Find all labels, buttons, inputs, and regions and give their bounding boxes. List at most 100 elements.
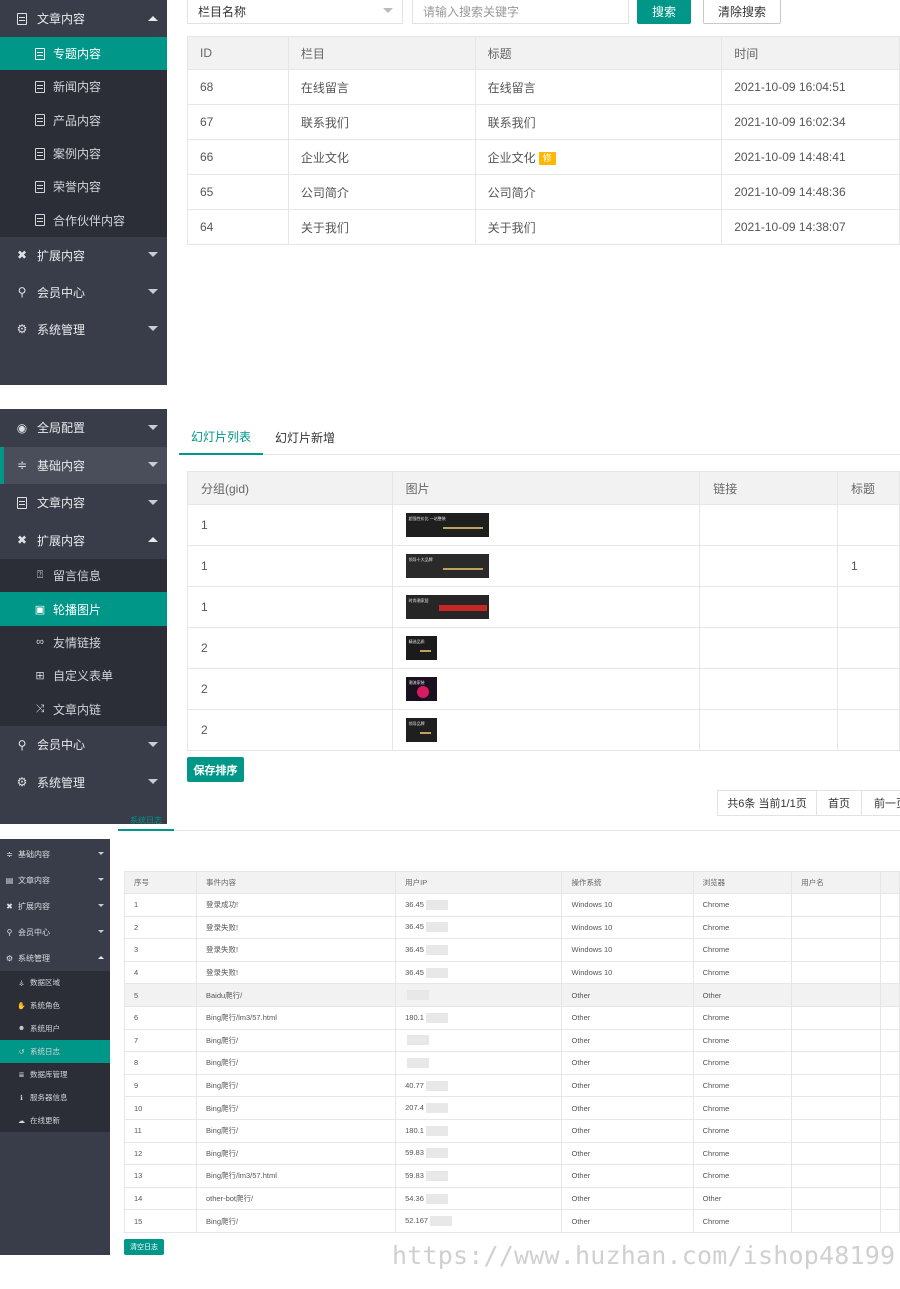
sidebar-item-news[interactable]: 新闻内容	[0, 70, 167, 103]
table-row[interactable]: 5 Baidu爬行/Other Other	[124, 983, 900, 1007]
redacted-mask	[407, 1057, 430, 1068]
table-row[interactable]: 14 other-bot爬行/54.36 Other Other	[124, 1186, 900, 1211]
file-icon	[33, 114, 47, 127]
slide-thumbnail[interactable]: 潮流家装	[405, 677, 437, 701]
sidebar-group-basic[interactable]: ≑ 基础内容	[0, 446, 167, 484]
sidebar-group-member[interactable]: ⚲ 会员中心	[0, 274, 167, 311]
extra-cell	[879, 1118, 900, 1143]
sidebar-group-extension[interactable]: ✖ 扩展内容	[0, 522, 167, 560]
event-cell: Bing爬行/	[195, 1141, 397, 1166]
index-cell: 13	[124, 1164, 197, 1188]
table-row[interactable]: 64 关于我们 关于我们 2021-10-09 14:38:07	[187, 209, 900, 245]
table-row[interactable]: 7 Bing爬行/Other Chrome	[124, 1028, 900, 1053]
sidebar-group-system[interactable]: ⚙ 系统管理	[0, 945, 110, 971]
table-row[interactable]: 2 领导品牌	[187, 709, 900, 751]
table-row[interactable]: 6 Bing爬行/lm3/57.html 180.1 Other Chrome	[124, 1005, 900, 1030]
sidebar-item-server-info[interactable]: ℹ 服务器信息	[0, 1086, 110, 1109]
table-row[interactable]: 10 Bing爬行/207.4 Other Chrome	[124, 1096, 900, 1120]
sidebar-item-links[interactable]: ∞ 友情链接	[0, 626, 167, 659]
table-row[interactable]: 1 时尚潮家居	[187, 586, 900, 628]
sidebar-group-global[interactable]	[0, 831, 110, 841]
table-row[interactable]: 66 企业文化 企业文化修 2021-10-09 14:48:41	[187, 139, 900, 175]
table-row[interactable]: 2 登录失败! 36.45 Windows 10 Chrome	[124, 915, 900, 940]
globe-icon: ◉	[16, 420, 28, 435]
title-text: 企业文化	[487, 150, 536, 165]
column-header: ID	[187, 36, 289, 70]
browser-cell: Chrome	[692, 1005, 793, 1030]
ip-text: 54.36	[405, 1193, 424, 1203]
username-cell	[791, 1073, 881, 1098]
table-row[interactable]: 2 潮流家装	[187, 668, 900, 710]
table-header-row: 分组(gid) 图片 链接 标题	[187, 471, 900, 505]
event-cell: Bing爬行/	[195, 1073, 397, 1098]
sidebar-item-product[interactable]: 产品内容	[0, 104, 167, 137]
sidebar-item-roles[interactable]: ✋ 系统角色	[0, 994, 110, 1017]
chevron-down-icon	[148, 779, 158, 785]
gear-icon: ⚙	[16, 775, 28, 790]
table-row[interactable]: 1 领导十大品牌 1	[187, 545, 900, 587]
table-row[interactable]: 65 公司简介 公司简介 2021-10-09 14:48:36	[187, 174, 900, 210]
search-input[interactable]: 请输入搜索关键字	[412, 0, 629, 24]
slide-thumbnail[interactable]: 时尚潮家居	[405, 595, 489, 619]
sidebar-item-case[interactable]: 案例内容	[0, 137, 167, 170]
os-cell: Other	[561, 1096, 694, 1120]
sidebar-item-update[interactable]: ☁ 在线更新	[0, 1109, 110, 1132]
sidebar-item-honor[interactable]: 荣誉内容	[0, 170, 167, 203]
extra-cell	[879, 1073, 900, 1098]
table-row[interactable]: 1 超强性价比 一站整装	[187, 504, 900, 546]
slide-thumbnail[interactable]: 领导十大品牌	[405, 554, 489, 578]
sidebar-group-system[interactable]: ⚙ 系统管理	[0, 763, 167, 801]
sidebar-group-article-content[interactable]: 文章内容	[0, 484, 167, 522]
sidebar-group-member[interactable]: ⚲ 会员中心	[0, 726, 167, 764]
slide-thumbnail[interactable]: 领导品牌	[405, 718, 437, 742]
table-row[interactable]: 8 Bing爬行/Other Chrome	[124, 1051, 900, 1075]
sidebar-group-global[interactable]: ◉ 全局配置	[0, 409, 167, 447]
slide-thumbnail[interactable]: 超强性价比 一站整装	[405, 513, 489, 537]
table-row[interactable]: 11 Bing爬行/180.1 Other Chrome	[124, 1118, 900, 1143]
sidebar-group-label: 系统管理	[37, 322, 86, 337]
sidebar-group-basic[interactable]: ≑ 基础内容	[0, 841, 110, 867]
table-row[interactable]: 9 Bing爬行/40.77 Other Chrome	[124, 1073, 900, 1098]
sidebar-item-partner[interactable]: 合作伙伴内容	[0, 203, 167, 236]
clear-search-button[interactable]: 清除搜索	[703, 0, 781, 24]
sidebar-item-users[interactable]: ☻ 系统用户	[0, 1017, 110, 1040]
table-row[interactable]: 4 登录失败! 36.45 Windows 10 Chrome	[124, 960, 900, 985]
redacted-mask	[407, 990, 430, 1001]
sidebar-item-logs[interactable]: ↺ 系统日志	[0, 1040, 110, 1063]
table-row[interactable]: 13 Bing爬行/lm3/57.html 59.83 Other Chrome	[124, 1164, 900, 1188]
table-row[interactable]: 68 在线留言 在线留言 2021-10-09 16:04:51	[187, 69, 900, 105]
sidebar-group-extension[interactable]: ✖ 扩展内容	[0, 237, 167, 274]
tab-system-log[interactable]: 系统日志	[118, 811, 174, 831]
sidebar-item-slides[interactable]: ▣ 轮播图片	[0, 592, 167, 626]
table-row[interactable]: 3 登录失败! 36.45 Windows 10 Chrome	[124, 938, 900, 962]
column-select[interactable]: 栏目名称	[187, 0, 403, 24]
sidebar-group-label: 系统管理	[18, 953, 50, 963]
clear-log-button[interactable]: 清空日志	[124, 1239, 164, 1255]
search-button[interactable]: 搜索	[637, 0, 691, 24]
sidebar-item-custom-form[interactable]: ⊞ 自定义表单	[0, 659, 167, 692]
sidebar-group-article-content[interactable]: ▤ 文章内容	[0, 867, 110, 893]
sidebar-item-inner-links[interactable]: ⤨ 文章内链	[0, 693, 167, 726]
sidebar-item-messages[interactable]: ⍰ 留言信息	[0, 559, 167, 592]
username-cell	[791, 960, 881, 985]
table-row[interactable]: 67 联系我们 联系我们 2021-10-09 16:02:34	[187, 104, 900, 140]
slide-thumbnail[interactable]: 精选品质	[405, 636, 437, 660]
table-row[interactable]: 2 精选品质	[187, 627, 900, 669]
sidebar-item-topic[interactable]: 专题内容	[0, 37, 167, 71]
image-cell: 领导十大品牌	[391, 545, 701, 587]
sidebar-item-data-area[interactable]: ⚶ 数据区域	[0, 971, 110, 994]
tab-slide-list[interactable]: 幻灯片列表	[179, 419, 263, 455]
sidebar-group-article-content[interactable]: 文章内容	[0, 0, 167, 37]
sidebar-group-member[interactable]: ⚲ 会员中心	[0, 919, 110, 945]
tab-slide-add[interactable]: 幻灯片新增	[263, 419, 347, 455]
extra-cell	[879, 983, 900, 1007]
sidebar-item-database[interactable]: ≣ 数据库管理	[0, 1063, 110, 1086]
sidebar-group-extension[interactable]: ✖ 扩展内容	[0, 893, 110, 919]
sidebar-group-system[interactable]: ⚙ 系统管理	[0, 311, 167, 348]
table-row[interactable]: 1 登录成功! 36.45 Windows 10 Chrome	[124, 893, 900, 917]
event-cell: Bing爬行/lm3/57.html	[195, 1164, 397, 1188]
shuffle-icon: ⤨	[35, 702, 45, 715]
table-row[interactable]: 12 Bing爬行/59.83 Other Chrome	[124, 1141, 900, 1166]
table-row[interactable]: 15 Bing爬行/52.167 Other Chrome	[124, 1209, 900, 1233]
save-order-button[interactable]: 保存排序	[187, 757, 244, 782]
